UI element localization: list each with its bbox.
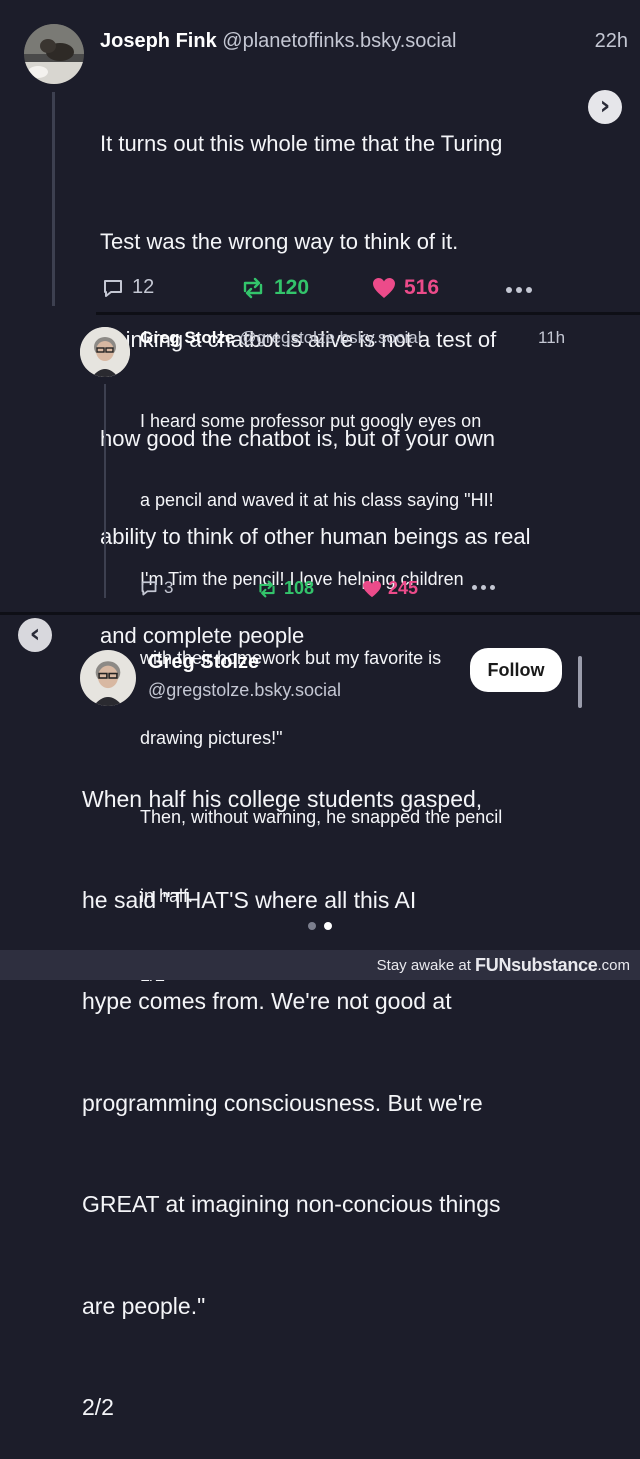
post-text-line: It turns out this whole time that the Tu… <box>100 130 503 156</box>
post-text: When half his college students gasped, h… <box>82 715 500 1459</box>
avatar-joseph-fink[interactable] <box>24 24 84 84</box>
repost-button[interactable]: 120 <box>240 276 309 300</box>
page-dot[interactable] <box>308 922 316 930</box>
avatar-image <box>80 327 130 377</box>
divider <box>0 612 640 615</box>
next-button[interactable]: › <box>588 90 622 124</box>
post-time: 11h <box>538 328 566 347</box>
post-text-line: I'm Tim the pencil! I love helping child… <box>140 569 464 590</box>
reply-count: 3 <box>164 578 174 597</box>
more-icon <box>526 287 532 293</box>
post-text-line: GREAT at imagining non-concious things <box>82 1191 501 1218</box>
post-text-line: hype comes from. We're not good at <box>82 988 452 1015</box>
reply-icon <box>104 279 122 297</box>
page-dot-active[interactable] <box>324 922 332 930</box>
author-name[interactable]: Greg Stolze <box>148 651 259 674</box>
post-text-line: a pencil and waved it at his class sayin… <box>140 490 494 511</box>
more-options-button[interactable] <box>472 585 495 590</box>
avatar-greg-stolze[interactable] <box>80 327 130 377</box>
heart-icon <box>363 580 381 597</box>
like-button[interactable]: 516 <box>372 276 439 300</box>
more-options-button[interactable] <box>506 287 532 293</box>
repost-icon <box>259 580 275 597</box>
post-text-line: I heard some professor put googly eyes o… <box>140 410 482 431</box>
reply-count: 12 <box>132 276 155 298</box>
more-icon <box>472 585 477 590</box>
watermark-prefix: Stay awake at <box>376 956 471 974</box>
scrollbar[interactable] <box>578 656 582 708</box>
author-name[interactable]: Joseph Fink <box>100 30 217 52</box>
more-icon <box>481 585 486 590</box>
repost-button[interactable]: 108 <box>256 578 314 599</box>
post-text-line: are people." <box>82 1292 206 1319</box>
reply-button[interactable]: 3 <box>140 578 173 598</box>
chevron-right-icon: › <box>599 90 611 121</box>
follow-button[interactable]: Follow <box>470 648 562 692</box>
repost-count: 120 <box>274 276 310 299</box>
reply-icon <box>141 581 157 596</box>
post-time: 22h <box>594 30 628 52</box>
watermark-bar: Stay awake at FUNsubstance .com <box>0 950 640 980</box>
author-name[interactable]: Greg Stolze <box>140 328 234 347</box>
avatar-image <box>80 650 136 706</box>
reply-button[interactable]: 12 <box>102 276 154 299</box>
heart-icon <box>373 278 395 298</box>
watermark-suffix: .com <box>597 956 630 974</box>
prev-button[interactable]: ‹ <box>18 618 52 652</box>
author-handle[interactable]: @planetoffinks.bsky.social <box>222 30 456 52</box>
more-icon <box>490 585 495 590</box>
page-indicator <box>308 922 332 930</box>
repost-count: 108 <box>284 578 315 598</box>
thread-line <box>52 92 55 306</box>
post-text-line: he said "THAT'S where all this AI <box>82 886 417 913</box>
author-handle[interactable]: @gregstolze.bsky.social <box>239 328 421 347</box>
like-button[interactable]: 245 <box>362 578 418 599</box>
divider <box>96 312 640 315</box>
post-text-line: programming consciousness. But we're <box>82 1089 483 1116</box>
thread-line <box>104 384 106 598</box>
repost-icon <box>243 277 263 299</box>
more-icon <box>506 287 512 293</box>
chevron-left-icon: ‹ <box>29 618 41 649</box>
like-count: 245 <box>388 578 419 598</box>
post-text-line: When half his college students gasped, <box>82 785 483 812</box>
like-count: 516 <box>404 276 440 299</box>
avatar-image <box>24 24 84 84</box>
post-text-line: 2/2 <box>82 1393 114 1420</box>
more-icon <box>516 287 522 293</box>
author-handle[interactable]: @gregstolze.bsky.social <box>148 680 341 701</box>
avatar-greg-stolze[interactable] <box>80 650 136 706</box>
watermark-brand: FUNsubstance <box>475 954 598 975</box>
post-header: Joseph Fink @planetoffinks.bsky.social <box>100 30 456 53</box>
post-text-line: Test was the wrong way to think of it. <box>100 228 459 254</box>
post-header: Greg Stolze @gregstolze.bsky.social <box>140 328 422 348</box>
